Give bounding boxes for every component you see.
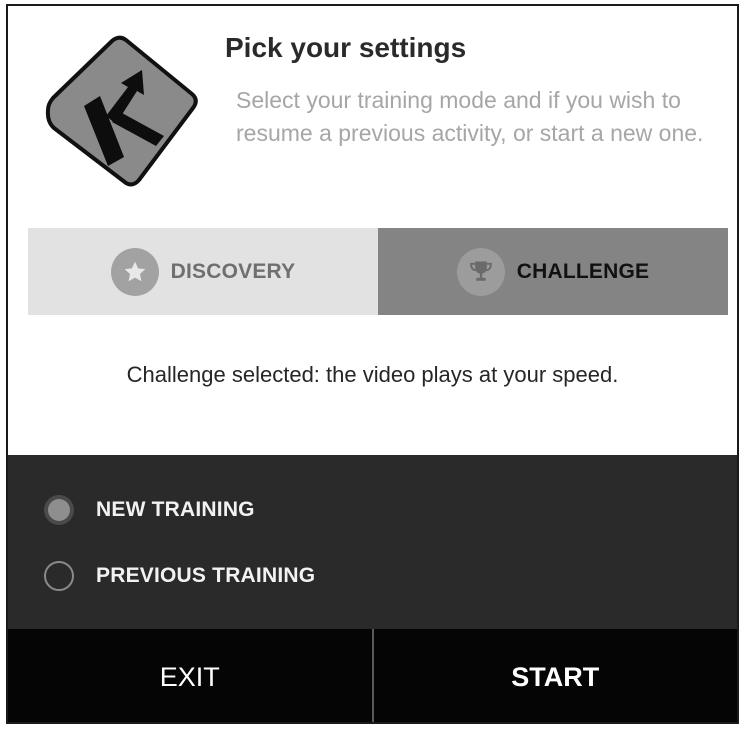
settings-dialog: Pick your settings Select your training …	[6, 4, 739, 724]
tab-challenge[interactable]: CHALLENGE	[378, 228, 728, 315]
tab-discovery[interactable]: DISCOVERY	[28, 228, 378, 315]
radio-option-previous-training[interactable]: PREVIOUS TRAINING	[44, 561, 315, 591]
mode-description: Challenge selected: the video plays at y…	[126, 362, 619, 387]
radio-unchecked-icon[interactable]	[44, 561, 74, 591]
radio-checked-icon[interactable]	[44, 495, 74, 525]
page-subtitle: Select your training mode and if you wis…	[236, 87, 704, 146]
trophy-icon	[456, 247, 505, 296]
start-button[interactable]: START	[373, 629, 737, 722]
tab-challenge-label: CHALLENGE	[516, 259, 650, 283]
action-bar: EXIT START	[8, 629, 737, 722]
radio-option-new-training[interactable]: NEW TRAINING	[44, 495, 255, 525]
training-options-panel: NEW TRAINING PREVIOUS TRAINING	[8, 455, 737, 629]
k-logo-icon	[45, 35, 198, 187]
previous-training-label: PREVIOUS TRAINING	[96, 564, 316, 587]
training-mode-tabs: DISCOVERY CHALLENGE	[28, 228, 728, 315]
tab-discovery-label: DISCOVERY	[170, 259, 296, 283]
exit-button[interactable]: EXIT	[8, 629, 372, 722]
star-icon	[110, 247, 159, 296]
page-title: Pick your settings	[225, 32, 467, 63]
new-training-label: NEW TRAINING	[96, 498, 255, 521]
